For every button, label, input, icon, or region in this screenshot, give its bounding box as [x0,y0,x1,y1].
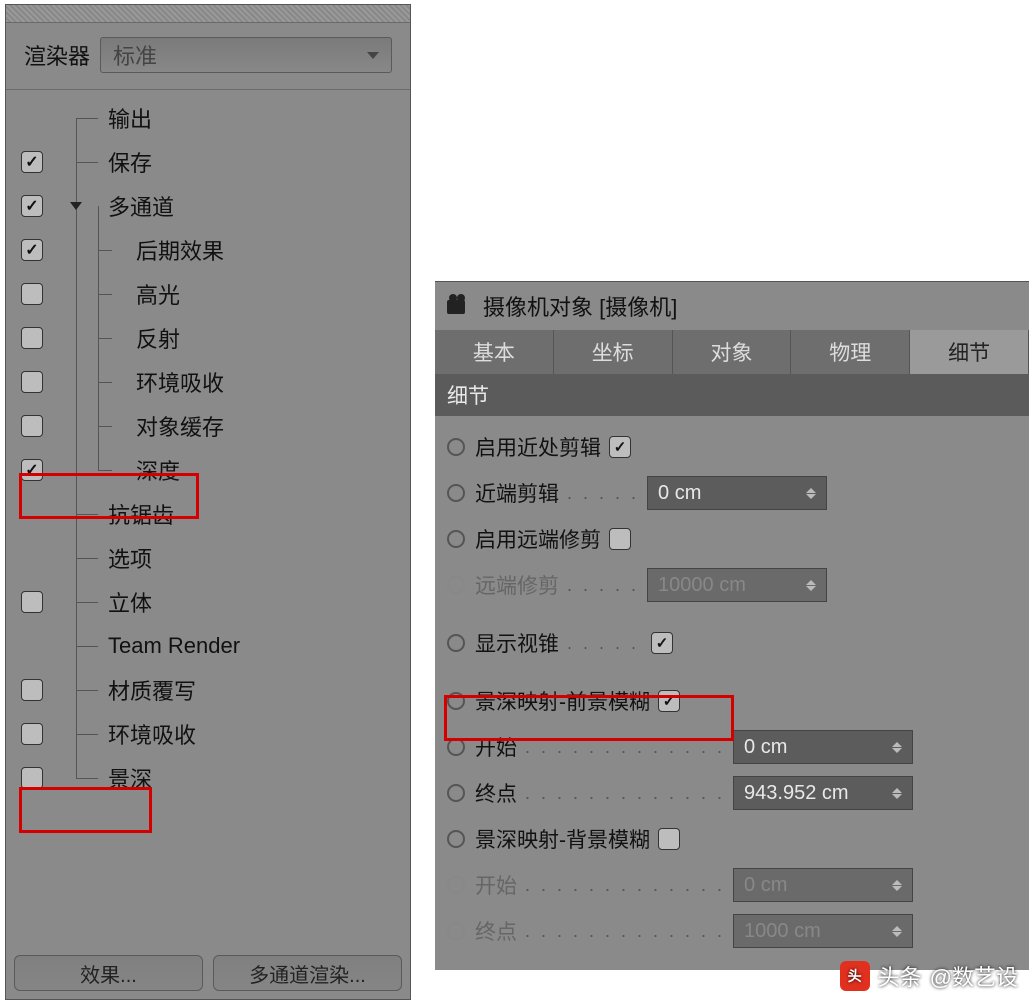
attribute-tabs: 基本 坐标 对象 物理 细节 [435,330,1029,374]
object-title: 摄像机对象 [摄像机] [483,290,677,322]
prop-start1: 开始 [475,732,517,762]
render-settings-panel: 渲染器 标准 输出 保存 多通道 后期效果 高光 反射 [5,4,411,1000]
anim-dot-icon[interactable] [447,530,465,548]
input-far-clip: 10000 cm [647,568,827,602]
anim-dot-icon[interactable] [447,784,465,802]
tree-item-objbuffer[interactable]: 对象缓存 [108,410,224,442]
checkbox-posteffects[interactable] [21,239,43,261]
dots: . . . . . [567,483,639,504]
tab-basic[interactable]: 基本 [435,330,554,374]
checkbox-blank [21,107,43,129]
anim-dot-icon[interactable] [447,738,465,756]
prop-dof-front: 景深映射-前景模糊 [475,686,650,716]
tree-item-save[interactable]: 保存 [108,146,152,178]
checkbox-objbuffer[interactable] [21,415,43,437]
toutiao-logo-icon: 头 [840,961,870,991]
tab-coord[interactable]: 坐标 [554,330,673,374]
tree-item-multipass[interactable]: 多通道 [108,190,174,222]
prop-near-clip: 近端剪辑 [475,478,559,508]
dots: . . . . . . . . . . . . . [525,875,725,896]
anim-dot-icon [447,876,465,894]
watermark: 头 头条 @数艺设 [840,960,1018,992]
anim-dot-icon [447,576,465,594]
watermark-handle: @数艺设 [930,960,1018,992]
anim-dot-icon [447,922,465,940]
expand-icon[interactable] [70,202,82,210]
tab-object[interactable]: 对象 [673,330,792,374]
tree-item-specular[interactable]: 高光 [108,278,180,310]
prop-far-clip: 远端修剪 [475,570,559,600]
checkbox-dof[interactable] [21,767,43,789]
tree-item-ao[interactable]: 环境吸收 [108,718,196,750]
effects-button[interactable]: 效果... [14,955,203,991]
checkbox-dof-front[interactable] [658,690,680,712]
tree-item-aa[interactable]: 抗锯齿 [108,498,174,530]
prop-far-clip-enable: 启用远端修剪 [475,524,601,554]
render-tree: 输出 保存 多通道 后期效果 高光 反射 环境吸收 对象缓存 深度 [6,90,410,800]
dots: . . . . . . . . . . . . . [525,921,725,942]
checkbox-specular[interactable] [21,283,43,305]
input-end2: 1000 cm [733,914,913,948]
tree-item-stereo[interactable]: 立体 [108,586,152,618]
checkbox-far-clip-enable[interactable] [609,528,631,550]
input-start1[interactable]: 0 cm [733,730,913,764]
tree-item-options[interactable]: 选项 [108,542,152,574]
dots: . . . . . . . . . . . . . [525,783,725,804]
prop-end1: 终点 [475,778,517,808]
checkbox-near-clip-enable[interactable] [609,436,631,458]
attribute-panel: 摄像机对象 [摄像机] 基本 坐标 对象 物理 细节 细节 启用近处剪辑 近端剪… [435,281,1029,970]
section-header-details: 细节 [435,374,1029,416]
watermark-prefix: 头条 [878,960,922,992]
dots: . . . . . [567,575,639,596]
checkbox-ao-mp[interactable] [21,371,43,393]
tab-details[interactable]: 细节 [910,330,1029,374]
checkbox-ao[interactable] [21,723,43,745]
anim-dot-icon[interactable] [447,830,465,848]
input-near-clip[interactable]: 0 cm [647,476,827,510]
camera-icon [447,296,473,316]
dots: . . . . . [567,633,639,654]
anim-dot-icon[interactable] [447,634,465,652]
anim-dot-icon[interactable] [447,438,465,456]
prop-near-clip-enable: 启用近处剪辑 [475,432,601,462]
tree-item-ao-mp[interactable]: 环境吸收 [108,366,224,398]
prop-start2: 开始 [475,870,517,900]
checkbox-dof-back[interactable] [658,828,680,850]
input-end1[interactable]: 943.952 cm [733,776,913,810]
tree-item-teamrender[interactable]: Team Render [108,633,240,659]
checkbox-save[interactable] [21,151,43,173]
prop-show-cone: 显示视锥 [475,628,559,658]
checkbox-show-cone[interactable] [651,632,673,654]
panel-grip[interactable] [6,5,410,23]
tree-item-output[interactable]: 输出 [108,102,152,134]
renderer-value: 标准 [113,39,157,71]
prop-end2: 终点 [475,916,517,946]
tree-item-dof[interactable]: 景深 [108,762,152,794]
tab-physical[interactable]: 物理 [791,330,910,374]
prop-dof-back: 景深映射-背景模糊 [475,824,650,854]
checkbox-stereo[interactable] [21,591,43,613]
checkbox-multipass[interactable] [21,195,43,217]
renderer-dropdown[interactable]: 标准 [100,37,392,73]
tree-item-posteffects[interactable]: 后期效果 [108,234,224,266]
checkbox-depth[interactable] [21,459,43,481]
checkbox-reflection[interactable] [21,327,43,349]
tree-item-reflection[interactable]: 反射 [108,322,180,354]
input-start2: 0 cm [733,868,913,902]
checkbox-matoverride[interactable] [21,679,43,701]
checkbox-blank [21,503,43,525]
renderer-label: 渲染器 [24,39,90,71]
checkbox-blank [21,635,43,657]
chevron-down-icon [367,52,379,59]
tree-item-depth[interactable]: 深度 [108,454,180,486]
multipass-render-button[interactable]: 多通道渲染... [213,955,402,991]
checkbox-blank [21,547,43,569]
anim-dot-icon[interactable] [447,484,465,502]
dots: . . . . . . . . . . . . . [525,737,725,758]
tree-item-matoverride[interactable]: 材质覆写 [108,674,196,706]
anim-dot-icon[interactable] [447,692,465,710]
